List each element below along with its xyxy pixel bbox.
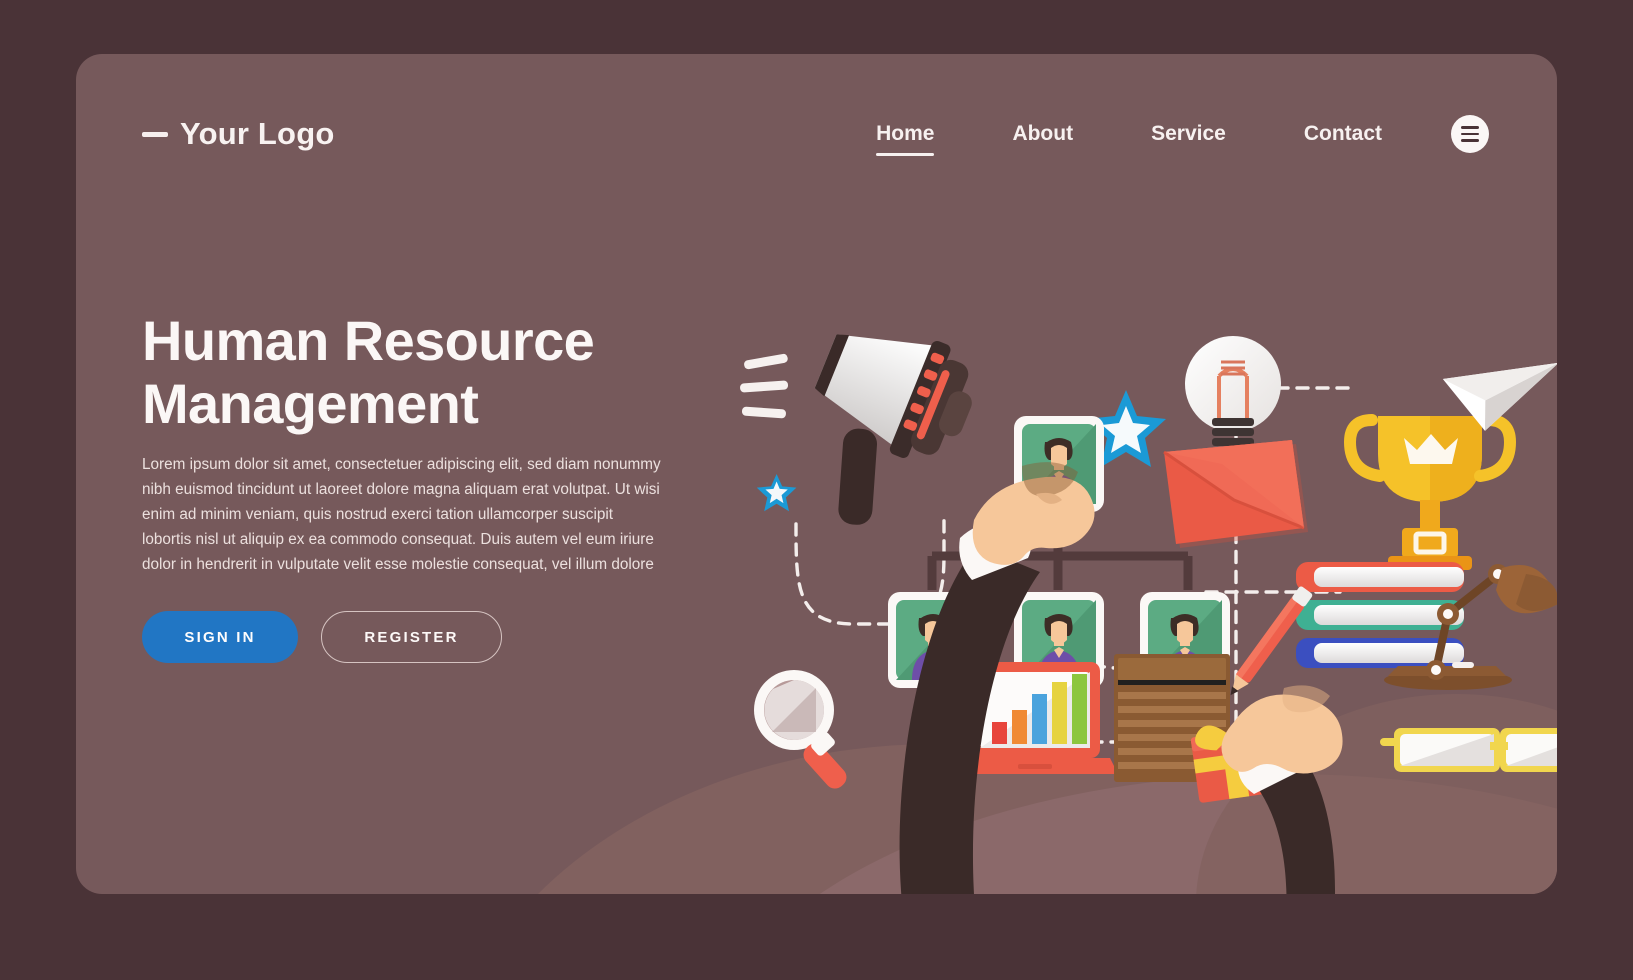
screenshot-root: Your Logo Home About Service Contact Hum… [0, 0, 1633, 980]
envelope-icon [1163, 440, 1308, 548]
nav-links: Home About Service Contact [837, 115, 1489, 156]
cta-row: SIGN IN REGISTER [142, 611, 702, 664]
hamburger-line-2 [1461, 132, 1479, 136]
star-icon-small [756, 474, 797, 512]
sign-in-button[interactable]: SIGN IN [142, 611, 298, 664]
lightbulb-icon [1185, 336, 1281, 460]
navbar: Your Logo Home About Service Contact [76, 54, 1557, 214]
hand-with-pencil [1221, 586, 1343, 894]
sound-lines-icon [740, 353, 789, 419]
hero-illustration [736, 324, 1557, 894]
nav-link-service[interactable]: Service [1151, 116, 1226, 153]
hamburger-menu-icon[interactable] [1451, 115, 1489, 153]
logo[interactable]: Your Logo [142, 116, 334, 152]
magnifier-icon [754, 670, 847, 789]
hero-copy: Human Resource Management Lorem ipsum do… [142, 309, 702, 664]
hamburger-line-3 [1461, 139, 1479, 142]
glasses-icon [1380, 728, 1557, 772]
nav-link-contact[interactable]: Contact [1304, 116, 1382, 153]
nav-link-home[interactable]: Home [876, 116, 935, 156]
megaphone-icon [814, 334, 972, 525]
logo-text: Your Logo [180, 116, 335, 151]
hamburger-line-1 [1461, 126, 1479, 129]
nav-link-about[interactable]: About [1012, 116, 1073, 153]
page-title: Human Resource Management [142, 309, 595, 435]
trophy-icon [1343, 414, 1517, 570]
hero-paragraph: Lorem ipsum dolor sit amet, consectetuer… [142, 456, 661, 574]
register-button[interactable]: REGISTER [321, 611, 502, 664]
dash-icon [142, 131, 168, 137]
hero-card: Your Logo Home About Service Contact Hum… [76, 54, 1557, 894]
